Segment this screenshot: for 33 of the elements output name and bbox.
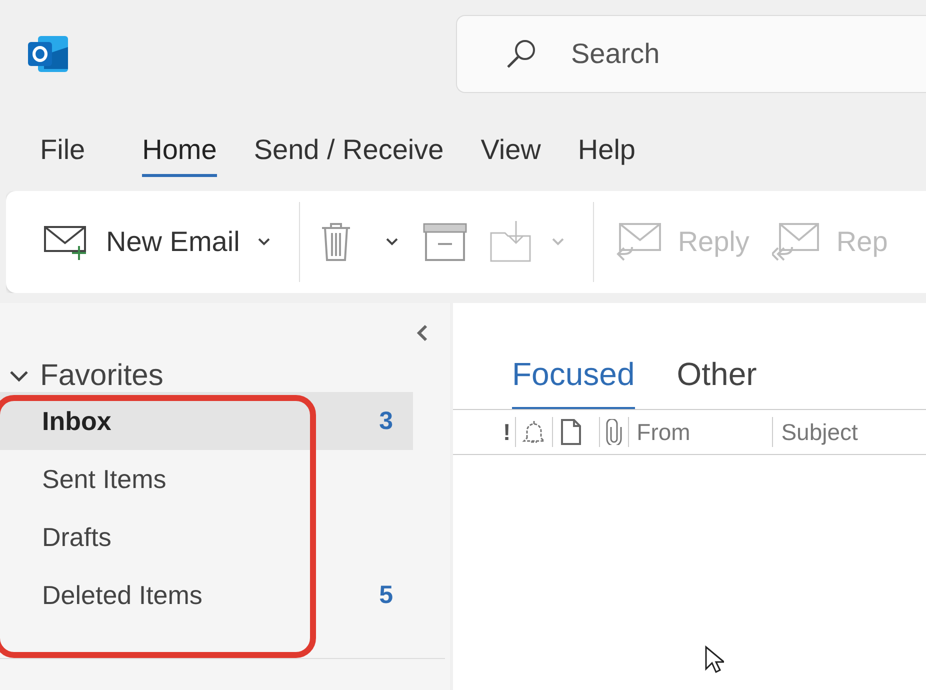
folder-item[interactable]: Sent Items xyxy=(0,450,413,508)
mail-filter-tab[interactable]: Focused xyxy=(512,356,635,409)
ribbon-tab[interactable]: Send / Receive xyxy=(254,110,444,177)
folder-name: Deleted Items xyxy=(42,580,202,610)
folder-name: Inbox xyxy=(42,406,112,436)
ribbon-tab[interactable]: Help xyxy=(578,110,636,177)
folder-item[interactable]: Inbox 3 xyxy=(0,392,413,450)
ribbon-tab[interactable]: File xyxy=(40,110,86,177)
bell-icon[interactable] xyxy=(522,419,546,445)
unread-count: 5 xyxy=(379,580,393,610)
envelope-reply-all-icon xyxy=(772,222,820,262)
archive-box-icon xyxy=(422,223,467,261)
ribbon-tab[interactable]: Home xyxy=(142,110,217,177)
unread-count: 3 xyxy=(379,406,393,436)
section-header[interactable]: Favorites xyxy=(40,359,164,393)
new-email-button[interactable]: New Email xyxy=(36,218,280,266)
document-icon[interactable] xyxy=(558,419,583,445)
search-field[interactable]: Search xyxy=(456,15,926,93)
trash-icon xyxy=(320,222,352,262)
paperclip-icon[interactable] xyxy=(606,419,622,445)
folder-item[interactable]: Drafts xyxy=(0,508,413,566)
column-header[interactable]: Subject xyxy=(773,417,926,447)
mouse-pointer-icon xyxy=(704,645,724,675)
collapse-icon[interactable] xyxy=(414,323,430,343)
folder-item[interactable]: Deleted Items 5 xyxy=(0,566,413,624)
folder-name: Drafts xyxy=(42,522,112,552)
outlook-logo-icon xyxy=(28,33,70,75)
folder-name: Sent Items xyxy=(42,464,166,494)
ribbon-tab[interactable]: View xyxy=(480,110,541,177)
folder-arrow-icon xyxy=(490,221,534,263)
column-header[interactable]: ! xyxy=(503,417,516,447)
mail-filter-tab[interactable]: Other xyxy=(676,356,757,409)
column-header[interactable]: From xyxy=(628,417,774,447)
